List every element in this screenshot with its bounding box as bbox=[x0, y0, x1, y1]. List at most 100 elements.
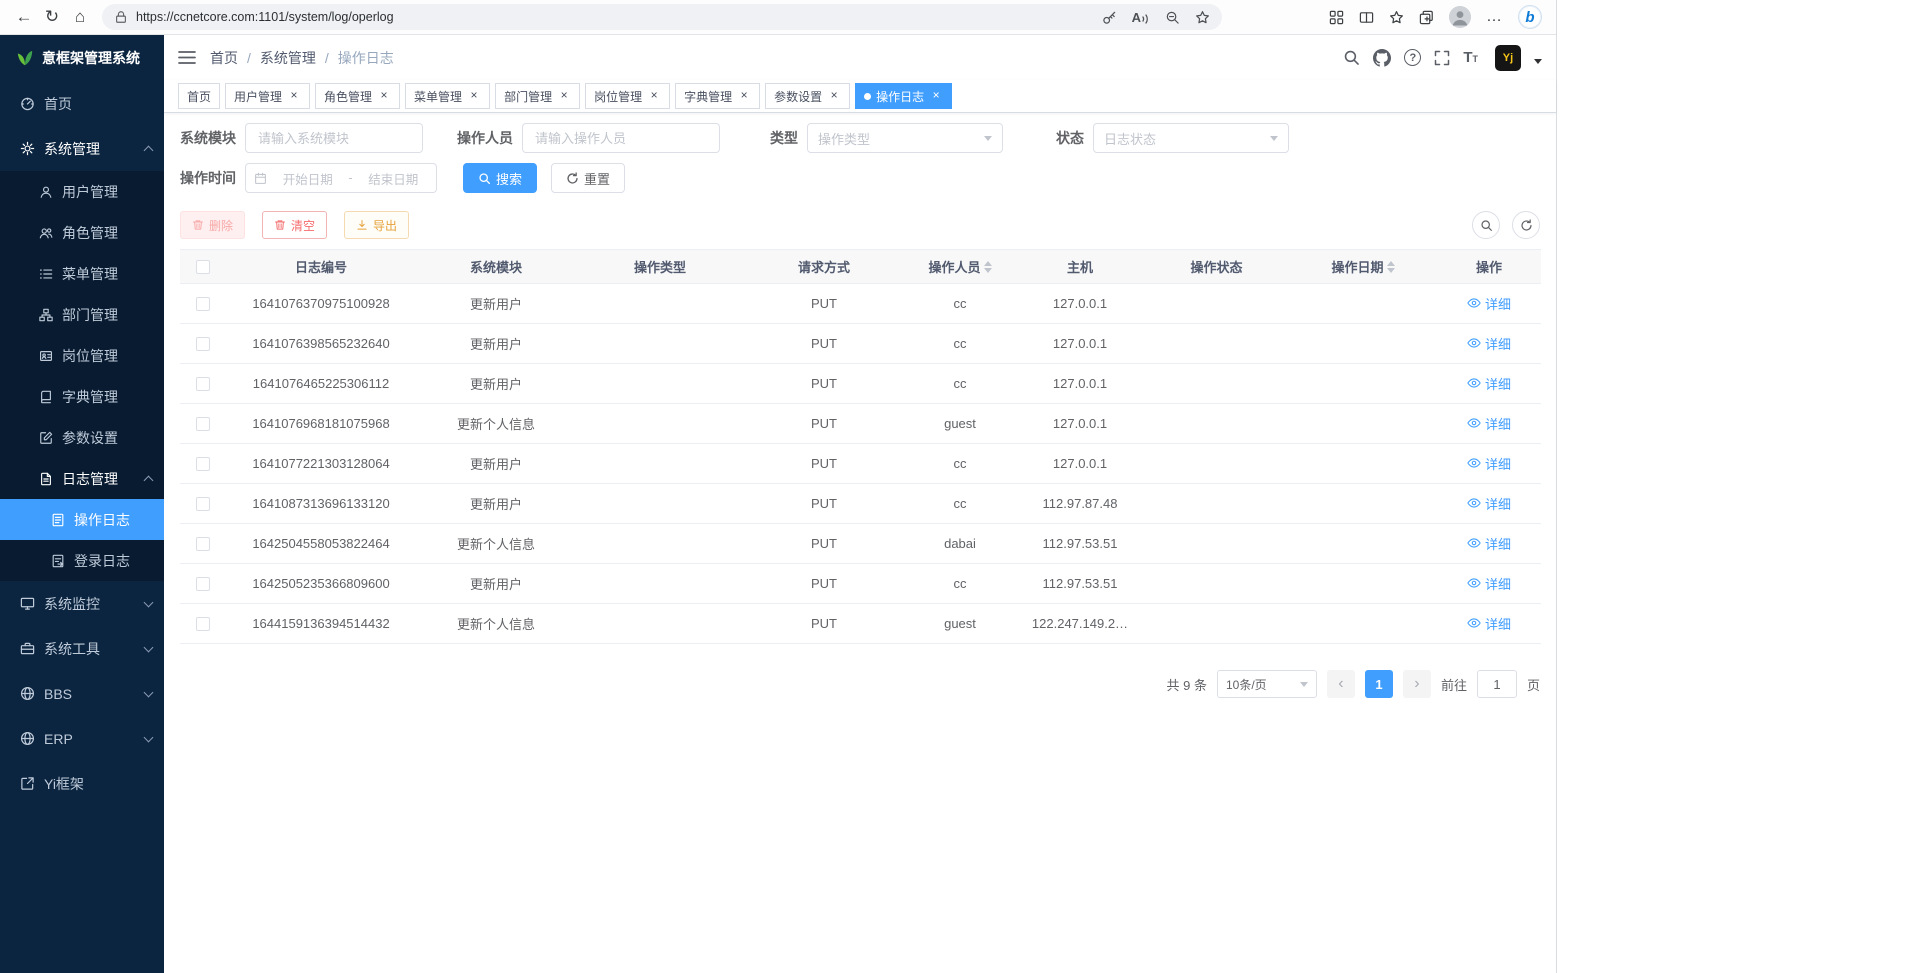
tab-role-mgmt[interactable]: 角色管理× bbox=[315, 83, 400, 109]
github-icon[interactable] bbox=[1373, 49, 1391, 67]
tab-home[interactable]: 首页 bbox=[178, 83, 220, 109]
tab-close-icon[interactable]: × bbox=[647, 89, 661, 103]
detail-link[interactable]: 详细 bbox=[1467, 334, 1511, 353]
favorites-bar-icon[interactable] bbox=[1389, 10, 1404, 25]
sidebar-item-log-mgmt[interactable]: 日志管理 bbox=[0, 458, 164, 499]
sidebar-item-dict-mgmt[interactable]: 字典管理 bbox=[0, 376, 164, 417]
zoom-out-icon[interactable] bbox=[1165, 10, 1180, 25]
sort-icon[interactable] bbox=[1387, 261, 1395, 273]
row-checkbox[interactable] bbox=[196, 497, 210, 511]
row-checkbox[interactable] bbox=[196, 537, 210, 551]
copilot-icon[interactable]: b bbox=[1518, 5, 1542, 29]
select-all-checkbox[interactable] bbox=[196, 260, 210, 274]
tab-menu-mgmt[interactable]: 菜单管理× bbox=[405, 83, 490, 109]
tab-close-icon[interactable]: × bbox=[737, 89, 751, 103]
search-icon[interactable] bbox=[1343, 49, 1360, 66]
detail-link[interactable]: 详细 bbox=[1467, 414, 1511, 433]
font-size-icon[interactable]: T T bbox=[1463, 50, 1478, 65]
row-checkbox[interactable] bbox=[196, 577, 210, 591]
fullscreen-icon[interactable] bbox=[1434, 50, 1450, 66]
detail-link[interactable]: 详细 bbox=[1467, 574, 1511, 593]
user-menu-caret-icon[interactable] bbox=[1534, 59, 1542, 64]
row-checkbox[interactable] bbox=[196, 417, 210, 431]
url-text[interactable]: https://ccnetcore.com:1101/system/log/op… bbox=[136, 10, 1094, 24]
sidebar-item-operlog[interactable]: 操作日志 bbox=[0, 499, 164, 540]
sidebar-item-role-mgmt[interactable]: 角色管理 bbox=[0, 212, 164, 253]
sort-icon[interactable] bbox=[984, 261, 992, 273]
site-lock-icon[interactable] bbox=[114, 10, 128, 24]
split-screen-icon[interactable] bbox=[1359, 10, 1374, 25]
detail-link[interactable]: 详细 bbox=[1467, 614, 1511, 633]
tab-close-icon[interactable]: × bbox=[287, 89, 301, 103]
tab-close-icon[interactable]: × bbox=[377, 89, 391, 103]
detail-link[interactable]: 详细 bbox=[1467, 494, 1511, 513]
breadcrumb-system[interactable]: 系统管理 bbox=[260, 48, 316, 68]
tab-close-icon[interactable]: × bbox=[827, 89, 841, 103]
sidebar-toggle-icon[interactable] bbox=[178, 50, 196, 65]
tab-user-mgmt[interactable]: 用户管理× bbox=[225, 83, 310, 109]
sidebar-item-post-mgmt[interactable]: 岗位管理 bbox=[0, 335, 164, 376]
profile-avatar[interactable] bbox=[1449, 6, 1471, 28]
detail-link[interactable]: 详细 bbox=[1467, 294, 1511, 313]
sidebar-item-yi-frame[interactable]: Yi框架 bbox=[0, 761, 164, 806]
password-key-icon[interactable] bbox=[1102, 10, 1117, 25]
extensions-icon[interactable] bbox=[1329, 10, 1344, 25]
browser-home-button[interactable]: ⌂ bbox=[66, 3, 94, 31]
next-page-button[interactable]: › bbox=[1403, 670, 1431, 698]
sidebar-item-dept-mgmt[interactable]: 部门管理 bbox=[0, 294, 164, 335]
tab-close-icon[interactable]: × bbox=[929, 89, 943, 103]
goto-page-input[interactable] bbox=[1477, 670, 1517, 698]
date-range-picker[interactable]: 开始日期 - 结束日期 bbox=[245, 163, 437, 193]
export-button[interactable]: 导出 bbox=[344, 211, 409, 239]
status-select[interactable]: 日志状态 bbox=[1093, 123, 1289, 153]
breadcrumb-home[interactable]: 首页 bbox=[210, 48, 238, 68]
tab-dept-mgmt[interactable]: 部门管理× bbox=[495, 83, 580, 109]
browser-back-button[interactable]: ← bbox=[10, 3, 38, 31]
tab-close-icon[interactable]: × bbox=[467, 89, 481, 103]
sidebar-item-monitor[interactable]: 系统监控 bbox=[0, 581, 164, 626]
tab-post-mgmt[interactable]: 岗位管理× bbox=[585, 83, 670, 109]
sidebar-item-erp[interactable]: ERP bbox=[0, 716, 164, 761]
row-checkbox[interactable] bbox=[196, 297, 210, 311]
sidebar-item-param-settings[interactable]: 参数设置 bbox=[0, 417, 164, 458]
detail-link[interactable]: 详细 bbox=[1467, 454, 1511, 473]
delete-button[interactable]: 删除 bbox=[180, 211, 245, 239]
sidebar-item-bbs[interactable]: BBS bbox=[0, 671, 164, 716]
help-icon[interactable]: ? bbox=[1404, 49, 1421, 66]
operator-input[interactable] bbox=[522, 123, 720, 153]
tab-dict-mgmt[interactable]: 字典管理× bbox=[675, 83, 760, 109]
read-aloud-icon[interactable]: A bbox=[1132, 10, 1150, 25]
tab-param-settings[interactable]: 参数设置× bbox=[765, 83, 850, 109]
sidebar-item-user-mgmt[interactable]: 用户管理 bbox=[0, 171, 164, 212]
row-checkbox[interactable] bbox=[196, 617, 210, 631]
col-operator[interactable]: 操作人员 bbox=[904, 250, 1016, 284]
reset-button[interactable]: 重置 bbox=[551, 163, 625, 193]
app-logo[interactable]: 意框架管理系统 bbox=[0, 35, 164, 81]
row-checkbox[interactable] bbox=[196, 337, 210, 351]
row-checkbox[interactable] bbox=[196, 377, 210, 391]
sidebar-item-system[interactable]: 系统管理 bbox=[0, 126, 164, 171]
favorites-add-icon[interactable] bbox=[1195, 10, 1210, 25]
user-avatar[interactable]: Yj bbox=[1495, 45, 1521, 71]
collections-icon[interactable] bbox=[1419, 10, 1434, 25]
detail-link[interactable]: 详细 bbox=[1467, 374, 1511, 393]
type-select[interactable]: 操作类型 bbox=[807, 123, 1003, 153]
row-checkbox[interactable] bbox=[196, 457, 210, 471]
sidebar-item-loginlog[interactable]: 登录日志 bbox=[0, 540, 164, 581]
detail-link[interactable]: 详细 bbox=[1467, 534, 1511, 553]
toggle-search-button[interactable] bbox=[1472, 211, 1500, 239]
browser-more-icon[interactable]: … bbox=[1486, 8, 1503, 26]
tab-close-icon[interactable]: × bbox=[557, 89, 571, 103]
tab-operlog[interactable]: 操作日志× bbox=[855, 83, 952, 109]
sidebar-item-home[interactable]: 首页 bbox=[0, 81, 164, 126]
page-size-select[interactable]: 10条/页 bbox=[1217, 670, 1317, 698]
clear-button[interactable]: 清空 bbox=[262, 211, 327, 239]
address-bar[interactable]: https://ccnetcore.com:1101/system/log/op… bbox=[102, 4, 1222, 30]
sidebar-item-menu-mgmt[interactable]: 菜单管理 bbox=[0, 253, 164, 294]
page-1-button[interactable]: 1 bbox=[1365, 670, 1393, 698]
browser-refresh-button[interactable]: ↻ bbox=[38, 3, 66, 31]
search-button[interactable]: 搜索 bbox=[463, 163, 537, 193]
module-input[interactable] bbox=[245, 123, 423, 153]
col-date[interactable]: 操作日期 bbox=[1289, 250, 1437, 284]
refresh-table-button[interactable] bbox=[1512, 211, 1540, 239]
